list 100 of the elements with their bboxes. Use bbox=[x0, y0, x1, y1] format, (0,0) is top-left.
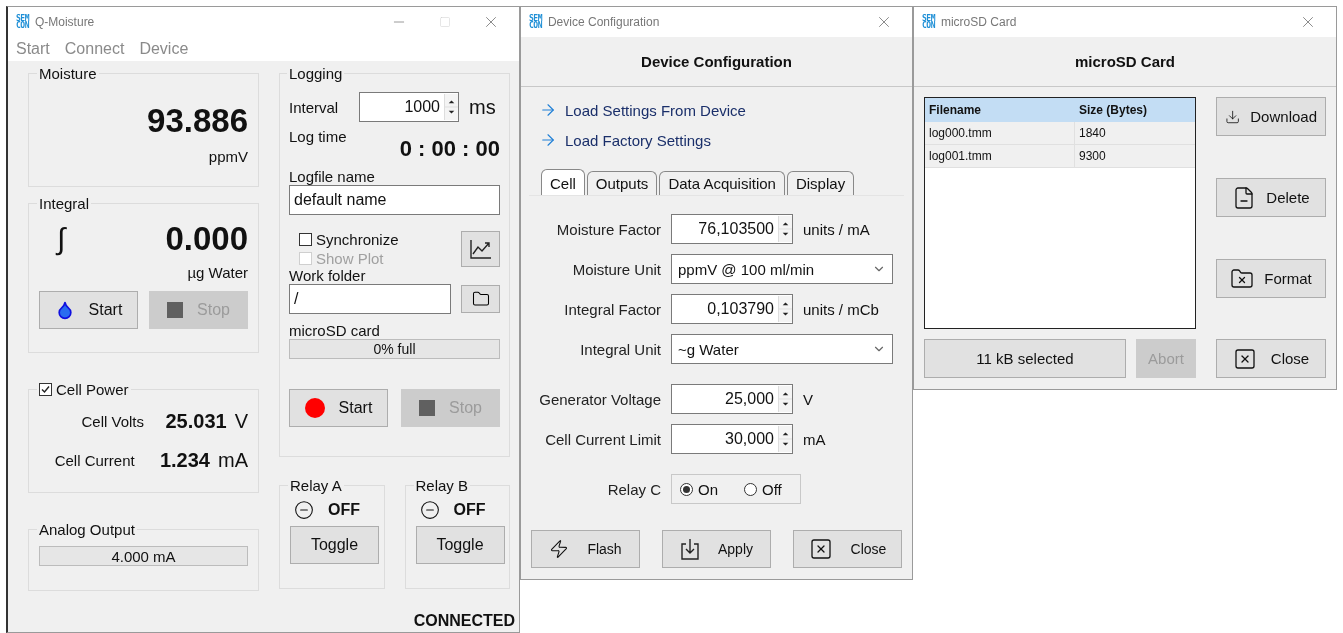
checkbox[interactable] bbox=[39, 383, 52, 396]
close-button[interactable]: Close bbox=[1216, 339, 1326, 378]
folder-icon bbox=[471, 290, 490, 308]
link[interactable]: Load Settings From Device bbox=[565, 101, 746, 119]
arrow-right-icon bbox=[539, 131, 557, 149]
dropdown[interactable]: ppmV @ 100 ml/min bbox=[671, 254, 893, 284]
logfile-name-field[interactable]: default name bbox=[289, 185, 500, 215]
folder-x-icon bbox=[1230, 266, 1255, 291]
browse-button[interactable] bbox=[461, 285, 500, 313]
radio-label: Off bbox=[762, 480, 782, 498]
number-field[interactable]: 0,103790 bbox=[671, 294, 793, 324]
tab[interactable]: Data Acquisition bbox=[659, 171, 785, 195]
checkbox-label: Show Plot bbox=[316, 250, 384, 267]
apply-button[interactable]: Apply bbox=[662, 530, 771, 568]
field-label: Log time bbox=[289, 128, 347, 145]
tab[interactable]: Display bbox=[786, 171, 855, 195]
group-title: Moisture bbox=[38, 65, 98, 82]
table-cell-text: 9300 bbox=[1078, 148, 1107, 165]
interval-field[interactable]: 1000 bbox=[359, 92, 459, 122]
field-unit: V bbox=[803, 390, 814, 408]
download-button[interactable]: Download bbox=[1216, 97, 1326, 136]
start-button[interactable]: Start bbox=[39, 291, 138, 329]
moisture-unit: ppmV bbox=[207, 148, 248, 165]
spin-arrows-icon[interactable] bbox=[778, 426, 792, 452]
window-title: microSD Card bbox=[940, 15, 1018, 29]
radio-label: On bbox=[698, 480, 718, 498]
reading-unit: mA bbox=[218, 449, 248, 472]
arrow-right-icon bbox=[539, 101, 557, 119]
spin-arrows-icon[interactable] bbox=[778, 216, 792, 242]
tab[interactable]: Outputs bbox=[586, 171, 658, 195]
dropdown[interactable]: ~g Water bbox=[671, 334, 893, 364]
record-icon bbox=[304, 398, 325, 418]
flash-button[interactable]: Flash bbox=[531, 530, 640, 568]
start-button[interactable]: Start bbox=[289, 389, 388, 427]
log-time: 0 : 00 : 00 bbox=[399, 136, 500, 162]
number-field[interactable]: 76,103500 bbox=[671, 214, 793, 244]
checkbox[interactable] bbox=[299, 233, 312, 246]
selection-size-button[interactable]: 11 kB selected bbox=[924, 339, 1126, 378]
reading-label: Cell Volts bbox=[80, 413, 144, 430]
reading-value: 1.234 bbox=[158, 449, 210, 472]
window-title: Q-Moisture bbox=[34, 15, 96, 29]
group-title: Logging bbox=[288, 65, 344, 82]
table-cell: log000.tmm bbox=[925, 122, 1075, 144]
delete-button[interactable]: Delete bbox=[1216, 178, 1326, 217]
table-cell: log001.tmm bbox=[925, 145, 1075, 167]
toggle-button[interactable]: Toggle bbox=[415, 526, 505, 564]
logo: SEM CON bbox=[529, 15, 542, 29]
number-field[interactable]: 25,000 bbox=[671, 384, 793, 414]
integral-symbol: ∫ bbox=[57, 222, 66, 256]
field-label: Interval bbox=[289, 98, 340, 116]
close-icon bbox=[808, 537, 833, 561]
tab[interactable]: Cell bbox=[541, 169, 585, 195]
spin-arrows-icon[interactable] bbox=[444, 94, 458, 120]
window-title: Device Configuration bbox=[547, 15, 661, 29]
radio-button[interactable] bbox=[680, 482, 693, 496]
lightning-icon bbox=[549, 539, 570, 559]
chart-icon bbox=[469, 239, 492, 259]
field-unit: mA bbox=[803, 430, 827, 448]
column-header: Size (Bytes) bbox=[1078, 101, 1149, 119]
relay-state: OFF bbox=[453, 501, 486, 519]
group-title: Relay B bbox=[414, 477, 470, 494]
dialog-heading: microSD Card bbox=[1075, 53, 1175, 70]
field-unit: units / mA bbox=[803, 220, 871, 238]
moisture-value: 93.886 bbox=[146, 102, 248, 140]
reading-label: Cell Current bbox=[53, 452, 135, 469]
work-folder-field[interactable]: / bbox=[289, 284, 451, 314]
format-button[interactable]: Format bbox=[1216, 259, 1326, 298]
field-label: Cell Current Limit bbox=[544, 430, 661, 448]
spin-arrows-icon[interactable] bbox=[778, 386, 792, 412]
field-unit: units / mCb bbox=[803, 300, 880, 318]
toggle-button[interactable]: Toggle bbox=[290, 526, 379, 564]
field-label: Logfile name bbox=[289, 168, 376, 185]
field-label: Relay C bbox=[606, 480, 661, 498]
field-label: Work folder bbox=[289, 267, 367, 284]
close-button[interactable]: Close bbox=[793, 530, 902, 568]
relay-state: OFF bbox=[328, 501, 360, 519]
number-field[interactable]: 30,000 bbox=[671, 424, 793, 454]
field-label: Moisture Factor bbox=[555, 220, 661, 238]
sd-usage-bar: 0% full bbox=[289, 339, 500, 359]
field-label: Moisture Unit bbox=[571, 260, 661, 278]
field-label: Generator Voltage bbox=[538, 390, 661, 408]
download-tray-icon bbox=[680, 538, 700, 560]
link[interactable]: Load Factory Settings bbox=[565, 131, 711, 149]
close-icon bbox=[1232, 346, 1257, 371]
chart-button[interactable] bbox=[461, 231, 500, 267]
menu-item[interactable]: Connect bbox=[64, 40, 125, 58]
radio-button[interactable] bbox=[744, 482, 757, 496]
integral-unit: µg Water bbox=[186, 264, 248, 281]
column-header: Filename bbox=[928, 101, 983, 119]
field-label: Integral Factor bbox=[563, 300, 661, 318]
group-title: Relay A bbox=[289, 477, 343, 494]
connection-status: CONNECTED bbox=[413, 612, 515, 630]
menu-item[interactable]: Start bbox=[16, 40, 50, 58]
stop-icon bbox=[419, 400, 436, 416]
table-cell-text: 1840 bbox=[1078, 125, 1107, 142]
field-label: microSD card bbox=[289, 322, 381, 339]
analog-readout: 4.000 mA bbox=[39, 546, 248, 566]
stop-icon bbox=[167, 302, 184, 318]
logo: SEM CON bbox=[922, 15, 935, 29]
spin-arrows-icon[interactable] bbox=[778, 296, 792, 322]
